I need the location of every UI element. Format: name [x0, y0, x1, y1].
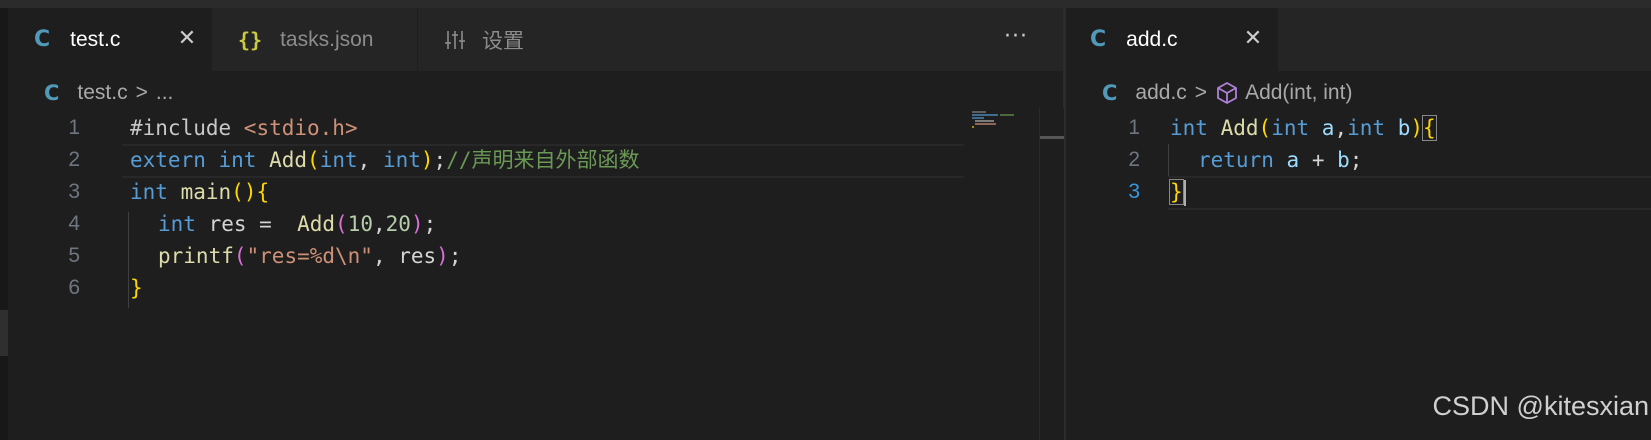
text-cursor [1184, 180, 1186, 206]
indent-guide [1168, 144, 1169, 176]
settings-sliders-icon [445, 30, 465, 49]
code-line: #include <stdio.h> [130, 116, 358, 140]
line-number: 1 [68, 116, 80, 139]
line-number: 3 [68, 180, 80, 203]
close-icon[interactable]: ✕ [1242, 27, 1264, 49]
breadcrumb: C test.c > ... [44, 78, 173, 108]
line-number: 2 [1128, 148, 1140, 171]
line-number-current: 3 [1128, 180, 1140, 203]
scrollbar-thumb[interactable] [1040, 136, 1064, 139]
c-file-icon: C [44, 81, 60, 105]
tab-label: add.c [1126, 27, 1178, 51]
tab-add-c[interactable]: C add.c ✕ [1066, 8, 1278, 71]
c-file-icon: C [1090, 27, 1107, 52]
watermark: CSDN @kitesxian [1432, 391, 1649, 421]
code-line: int Add(int a,int b){ [1170, 115, 1437, 141]
breadcrumb-file[interactable]: test.c [77, 81, 127, 105]
active-indicator [0, 310, 8, 356]
vertical-scrollbar[interactable] [1039, 108, 1064, 440]
code-line: return a + b; [1198, 148, 1363, 172]
code-line: printf("res=%d\n", res); [158, 244, 462, 268]
left-tab-bar: C test.c ✕ {} tasks.json 设置 ··· [8, 8, 1063, 71]
chevron-right-icon: > [135, 81, 148, 104]
json-file-icon: {} [238, 27, 263, 52]
tab-label: tasks.json [280, 27, 374, 51]
tab-settings[interactable]: 设置 [418, 8, 624, 71]
code-line: } [130, 276, 143, 300]
tab-label: test.c [70, 27, 121, 51]
line-number: 2 [68, 148, 80, 171]
more-actions-icon[interactable]: ··· [1001, 26, 1031, 50]
right-tab-bar: C add.c ✕ [1066, 8, 1651, 71]
method-cube-icon [1217, 82, 1237, 104]
line-number: 5 [68, 244, 80, 267]
title-bar-edge [0, 0, 1651, 8]
code-line: extern int Add(int, int);//声明来自外部函数 [130, 148, 640, 172]
minimap[interactable] [970, 110, 1025, 130]
breadcrumb-file[interactable]: add.c [1135, 81, 1186, 105]
tab-label: 设置 [482, 29, 524, 53]
chevron-right-icon: > [1194, 81, 1208, 104]
vscode-window: C test.c ✕ {} tasks.json 设置 ··· C add.c … [0, 0, 1651, 440]
close-icon[interactable]: ✕ [176, 27, 198, 49]
c-file-icon: C [1102, 81, 1118, 105]
line-number: 6 [68, 276, 80, 299]
current-line-highlight [1168, 176, 1651, 210]
code-line: int main(){ [130, 180, 270, 204]
breadcrumb: C add.c > Add(int, int) [1102, 78, 1352, 108]
breadcrumb-symbol[interactable]: Add(int, int) [1245, 81, 1352, 105]
tab-test-c[interactable]: C test.c ✕ [8, 8, 212, 71]
tab-tasks-json[interactable]: {} tasks.json [212, 8, 418, 71]
indent-guide [128, 212, 129, 308]
line-number: 1 [1128, 116, 1140, 139]
c-file-icon: C [34, 27, 51, 52]
breadcrumb-more[interactable]: ... [156, 81, 174, 105]
code-line: int res = Add(10,20); [158, 212, 437, 236]
code-line: } [1169, 179, 1184, 205]
activity-edge [0, 8, 8, 440]
line-number: 4 [68, 212, 80, 235]
